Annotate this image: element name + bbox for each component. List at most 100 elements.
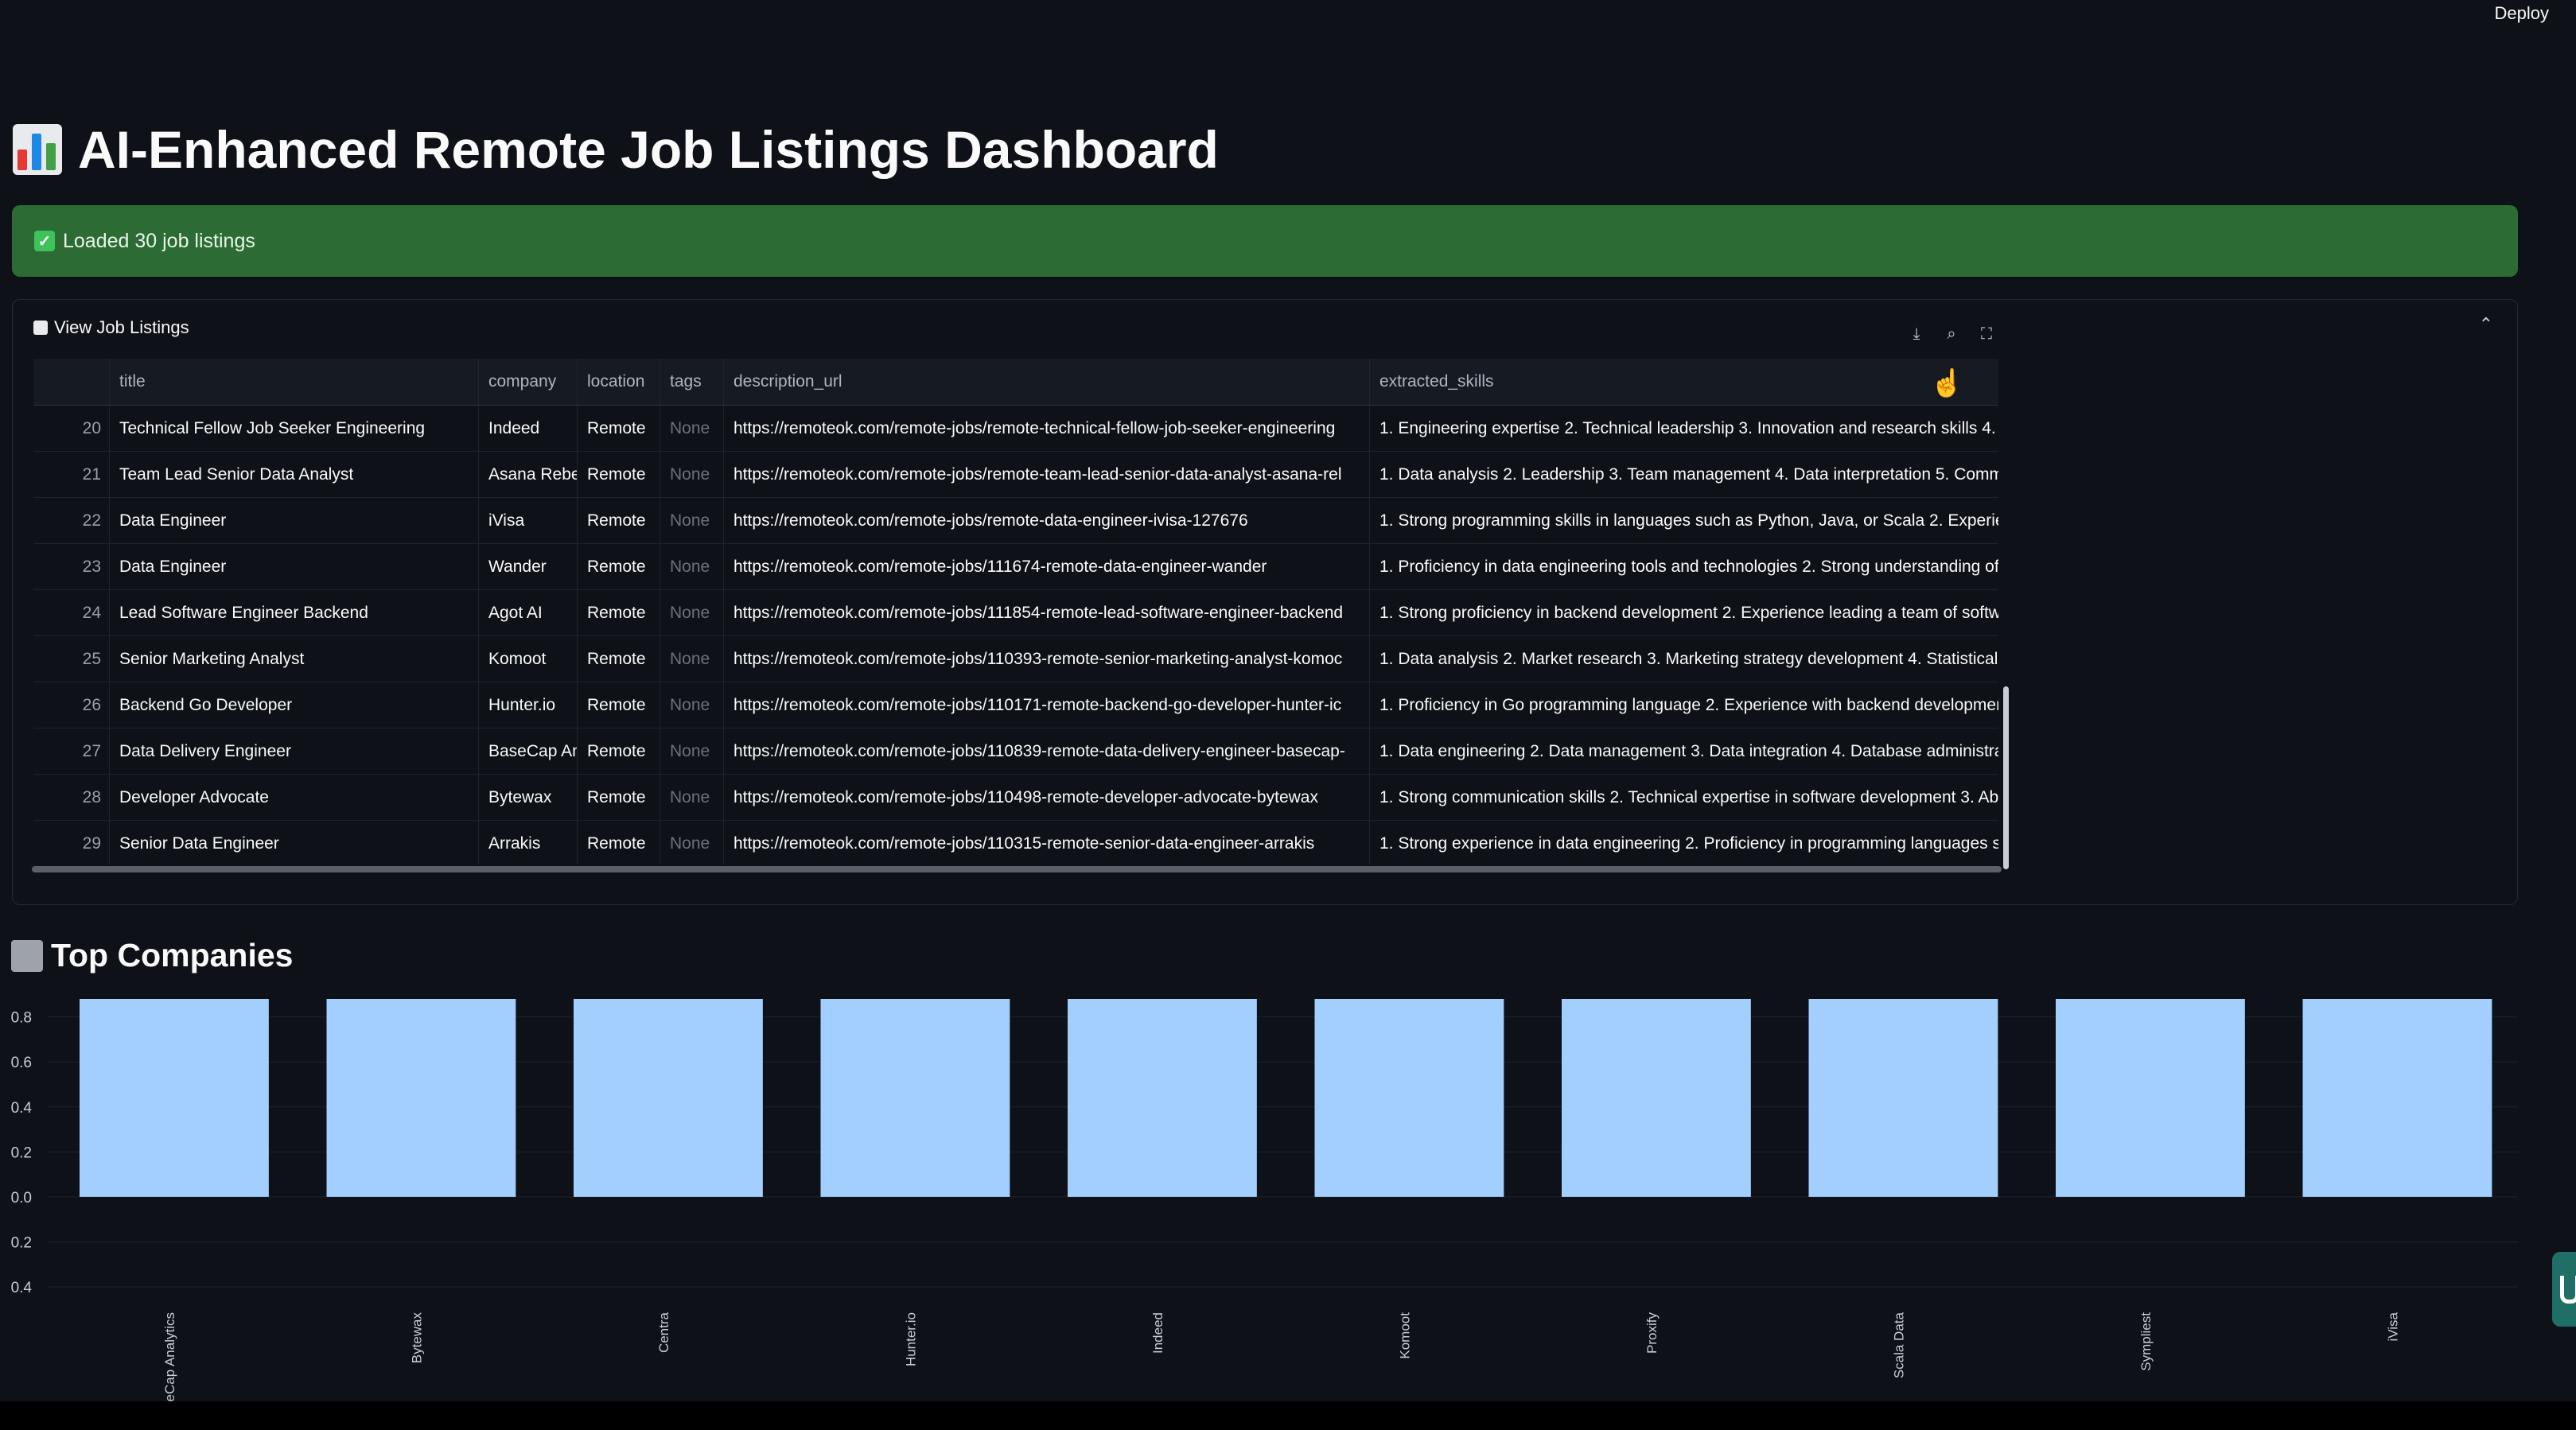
side-toggle-button[interactable] — [2552, 1252, 2576, 1327]
table-cell[interactable]: Indeed — [479, 406, 578, 451]
location-header[interactable]: location — [578, 359, 660, 405]
table-row[interactable]: 25 Senior Marketing Analyst Komoot Remote No… — [33, 636, 1998, 682]
table-cell[interactable]: Komoot — [479, 636, 578, 682]
table-cell[interactable]: 1. Strong programming skills in language… — [1370, 498, 1998, 543]
company-header[interactable]: company — [479, 359, 578, 405]
table-cell[interactable]: https://remoteok.com/remote-jobs/110498-… — [724, 775, 1370, 820]
table-cell[interactable]: Senior Data Engineer — [110, 821, 479, 865]
table-row[interactable]: 28 Developer Advocate Bytewax Remote None htt… — [33, 775, 1998, 821]
extracted-skills-header[interactable]: extracted_skills — [1370, 359, 1998, 405]
success-alert: ✓ Loaded 30 job listings — [12, 205, 2518, 277]
table-cell[interactable]: Developer Advocate — [110, 775, 479, 820]
table-cell[interactable]: Arrakis — [479, 821, 578, 865]
table-cell[interactable]: None — [660, 821, 724, 865]
table-cell[interactable]: https://remoteok.com/remote-jobs/111854-… — [724, 590, 1370, 635]
table-cell[interactable]: None — [660, 544, 724, 589]
table-cell[interactable]: Remote — [578, 775, 660, 820]
table-cell[interactable]: 1. Data analysis 2. Market research 3. M… — [1370, 636, 1998, 682]
table-cell[interactable]: Backend Go Developer — [110, 682, 479, 728]
table-row[interactable]: 20 Technical Fellow Job Seeker Engineerin… — [33, 406, 1998, 452]
table-row[interactable]: 26 Backend Go Developer Hunter.io Remote Non… — [33, 682, 1998, 729]
table-cell[interactable]: 1. Data analysis 2. Leadership 3. Team m… — [1370, 452, 1998, 497]
table-cell[interactable]: 21 — [33, 452, 110, 497]
table-cell[interactable]: https://remoteok.com/remote-jobs/remote-… — [724, 406, 1370, 451]
table-cell[interactable]: 23 — [33, 544, 110, 589]
table-cell[interactable]: None — [660, 636, 724, 682]
table-cell[interactable]: Wander — [479, 544, 578, 589]
table-cell[interactable]: Technical Fellow Job Seeker Engineering — [110, 406, 479, 451]
table-cell[interactable]: 1. Strong proficiency in backend develop… — [1370, 590, 1998, 635]
table-cell[interactable]: Remote — [578, 821, 660, 865]
table-row[interactable]: 23 Data Engineer Wander Remote None https://r… — [33, 544, 1998, 590]
bar — [574, 999, 763, 1197]
horizontal-scrollbar[interactable] — [32, 866, 2002, 872]
table-cell[interactable]: https://remoteok.com/remote-jobs/remote-… — [724, 452, 1370, 497]
table-cell[interactable]: None — [660, 498, 724, 543]
table-cell[interactable]: None — [660, 775, 724, 820]
fullscreen-icon[interactable]: ⛶ — [1976, 324, 1997, 344]
deploy-button[interactable]: Deploy — [2495, 3, 2549, 24]
download-icon[interactable]: ⤓ — [1906, 324, 1927, 344]
chevron-up-icon[interactable]: ⌃ — [2479, 314, 2493, 335]
tags-header[interactable]: tags — [660, 359, 724, 405]
table-cell[interactable]: 27 — [33, 729, 110, 774]
table-cell[interactable]: 28 — [33, 775, 110, 820]
table-row[interactable]: 27 Data Delivery Engineer BaseCap An Remote… — [33, 729, 1998, 775]
table-cell[interactable]: Remote — [578, 544, 660, 589]
table-cell[interactable]: Agot AI — [479, 590, 578, 635]
x-tick-label: Indeed — [1150, 1312, 1165, 1354]
table-cell[interactable]: Data Engineer — [110, 544, 479, 589]
table-cell[interactable]: https://remoteok.com/remote-jobs/110171-… — [724, 682, 1370, 728]
table-cell[interactable]: 1. Strong experience in data engineering… — [1370, 821, 1998, 865]
search-icon[interactable]: ⌕ — [1941, 324, 1962, 344]
table-cell[interactable]: 22 — [33, 498, 110, 543]
table-cell[interactable]: Remote — [578, 406, 660, 451]
table-cell[interactable]: Bytewax — [479, 775, 578, 820]
table-cell[interactable]: https://remoteok.com/remote-jobs/111674-… — [724, 544, 1370, 589]
table-cell[interactable]: Senior Marketing Analyst — [110, 636, 479, 682]
table-row[interactable]: 22 Data Engineer iVisa Remote None https://re… — [33, 498, 1998, 544]
table-cell[interactable]: None — [660, 682, 724, 728]
table-cell[interactable]: iVisa — [479, 498, 578, 543]
table-cell[interactable]: 1. Strong communication skills 2. Techni… — [1370, 775, 1998, 820]
table-cell[interactable]: 1. Proficiency in data engineering tools… — [1370, 544, 1998, 589]
table-cell[interactable]: 1. Proficiency in Go programming languag… — [1370, 682, 1998, 728]
table-cell[interactable]: Asana Rebe — [479, 452, 578, 497]
table-cell[interactable]: None — [660, 452, 724, 497]
table-cell[interactable]: Data Engineer — [110, 498, 479, 543]
table-cell[interactable]: None — [660, 590, 724, 635]
table-cell[interactable]: Remote — [578, 498, 660, 543]
title-header[interactable]: title — [110, 359, 479, 405]
table-cell[interactable]: Remote — [578, 636, 660, 682]
table-row[interactable]: 21 Team Lead Senior Data Analyst Asana Reb… — [33, 452, 1998, 498]
table-cell[interactable]: Remote — [578, 452, 660, 497]
table-cell[interactable]: https://remoteok.com/remote-jobs/110315-… — [724, 821, 1370, 865]
table-cell[interactable]: 20 — [33, 406, 110, 451]
table-cell[interactable]: Remote — [578, 590, 660, 635]
table-cell[interactable]: Team Lead Senior Data Analyst — [110, 452, 479, 497]
table-cell[interactable]: 24 — [33, 590, 110, 635]
description-url-header[interactable]: description_url — [724, 359, 1370, 405]
table-cell[interactable]: None — [660, 406, 724, 451]
expander-toggle[interactable]: View Job Listings — [33, 317, 189, 338]
table-row[interactable]: 24 Lead Software Engineer Backend Agot AI R… — [33, 590, 1998, 636]
table-cell[interactable]: None — [660, 729, 724, 774]
table-cell[interactable]: Hunter.io — [479, 682, 578, 728]
table-cell[interactable]: 1. Engineering expertise 2. Technical le… — [1370, 406, 1998, 451]
table-cell[interactable]: https://remoteok.com/remote-jobs/remote-… — [724, 498, 1370, 543]
table-cell[interactable]: https://remoteok.com/remote-jobs/110393-… — [724, 636, 1370, 682]
table-cell[interactable]: 25 — [33, 636, 110, 682]
table-cell[interactable]: Data Delivery Engineer — [110, 729, 479, 774]
table-row[interactable]: 29 Senior Data Engineer Arrakis Remote None h… — [33, 821, 1998, 865]
table-cell[interactable]: https://remoteok.com/remote-jobs/110839-… — [724, 729, 1370, 774]
table-cell[interactable]: 26 — [33, 682, 110, 728]
table-cell[interactable]: 1. Data engineering 2. Data management 3… — [1370, 729, 1998, 774]
table-cell[interactable]: Lead Software Engineer Backend — [110, 590, 479, 635]
table-cell[interactable]: 29 — [33, 821, 110, 865]
job-listings-table[interactable]: title company location tags description_url e… — [33, 359, 1998, 865]
table-cell[interactable]: Remote — [578, 682, 660, 728]
table-cell[interactable]: BaseCap An — [479, 729, 578, 774]
vertical-scrollbar[interactable] — [2003, 686, 2009, 869]
index-header[interactable] — [33, 359, 110, 405]
table-cell[interactable]: Remote — [578, 729, 660, 774]
